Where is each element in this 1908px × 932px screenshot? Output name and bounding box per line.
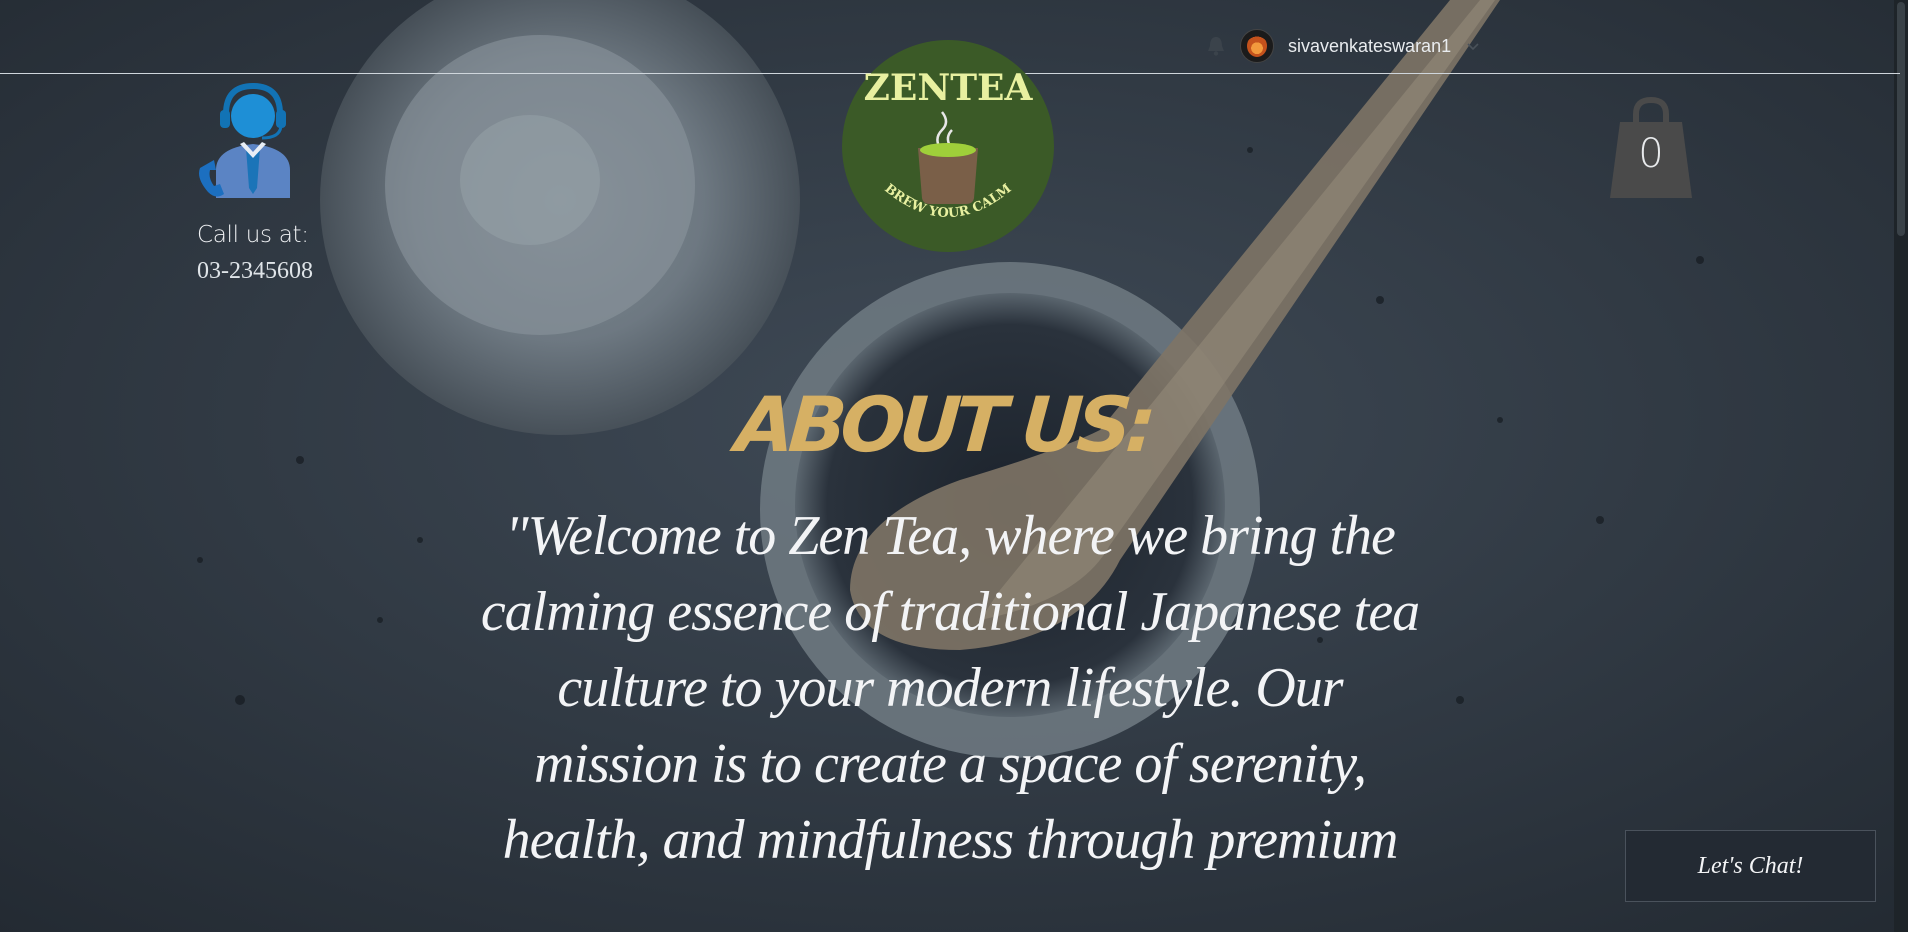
chevron-down-icon[interactable] xyxy=(1465,38,1481,54)
scrollbar-thumb[interactable] xyxy=(1897,2,1905,236)
about-title: ABOUT US: xyxy=(732,380,1154,469)
cart-count[interactable]: 0 xyxy=(1610,131,1692,177)
logo-brand-text: ZENTEA xyxy=(864,67,1034,109)
customer-support-icon xyxy=(199,82,290,198)
chat-button[interactable]: Let's Chat! xyxy=(1625,830,1876,902)
bell-icon[interactable] xyxy=(1206,35,1226,57)
account-bar: sivavenkateswaran1 xyxy=(1206,26,1481,66)
avatar[interactable] xyxy=(1240,29,1274,63)
zentea-logo[interactable]: ZENTEA BREW YOUR CALM xyxy=(842,40,1054,252)
username-label[interactable]: sivavenkateswaran1 xyxy=(1288,36,1451,57)
call-us-label: Call us at: xyxy=(197,222,309,248)
about-description: "Welcome to Zen Tea, where we bring the … xyxy=(480,505,1420,871)
page-scrollbar[interactable] xyxy=(1894,0,1908,932)
phone-number[interactable]: 03-2345608 xyxy=(197,258,313,285)
